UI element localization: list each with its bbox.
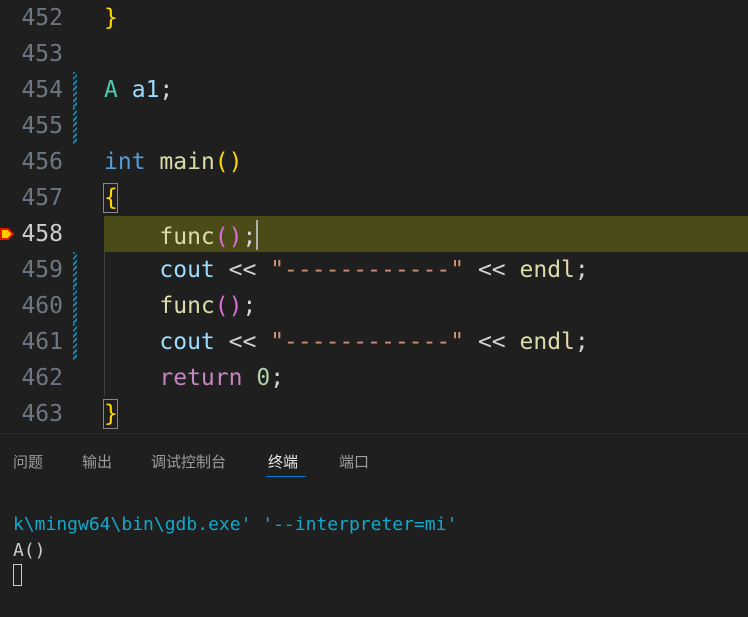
variable-token: cout xyxy=(159,257,215,283)
code-line[interactable]: 458 func(); xyxy=(0,216,748,252)
tab-terminal[interactable]: 终端 xyxy=(268,452,298,472)
vscode-window: 452 } 453 454 A a1; 455 456 int main() 4… xyxy=(0,0,748,617)
terminal-output[interactable]: k\mingw64\bin\gdb.exe' '--interpreter=mi… xyxy=(13,512,457,590)
semicolon-token: ; xyxy=(242,293,257,319)
line-number: 459 xyxy=(21,257,63,283)
paren: ( xyxy=(214,293,229,319)
tab-output[interactable]: 输出 xyxy=(82,452,112,472)
panel-tabs: 问题 输出 调试控制台 终端 端口 xyxy=(0,434,748,484)
code-text: cout << "------------" << endl; xyxy=(104,328,589,356)
function-token: endl xyxy=(519,257,575,283)
code-text: int main() xyxy=(104,148,243,176)
line-number: 453 xyxy=(21,41,63,67)
line-number: 454 xyxy=(21,77,63,103)
bracket-match-box xyxy=(103,399,118,429)
text-cursor xyxy=(256,220,259,250)
string-token: "------------" xyxy=(270,257,465,283)
line-number: 452 xyxy=(21,5,63,31)
operator-token: << xyxy=(228,257,257,283)
code-line[interactable]: 455 xyxy=(0,108,748,144)
code-line[interactable]: 459 cout << "------------" << endl; xyxy=(0,252,748,288)
modified-line-indicator[interactable] xyxy=(73,72,77,108)
paren: ) xyxy=(228,224,243,250)
line-number: 456 xyxy=(21,149,63,175)
terminal-line: A() xyxy=(13,540,46,561)
semicolon-token: ; xyxy=(159,77,174,103)
modified-line-indicator[interactable] xyxy=(73,108,77,144)
line-number: 462 xyxy=(21,365,63,391)
paren: ) xyxy=(228,149,243,175)
code-line[interactable]: 453 xyxy=(0,36,748,72)
function-token: endl xyxy=(519,329,575,355)
number-token: 0 xyxy=(256,365,271,391)
code-line[interactable]: 462 return 0; xyxy=(0,360,748,396)
keyword-token: return xyxy=(159,365,243,391)
line-number: 455 xyxy=(21,113,63,139)
code-line[interactable]: 461 cout << "------------" << endl; xyxy=(0,324,748,360)
code-line[interactable]: 454 A a1; xyxy=(0,72,748,108)
bracket-match-box xyxy=(103,183,118,213)
semicolon-token: ; xyxy=(574,329,589,355)
modified-line-indicator[interactable] xyxy=(73,288,77,324)
tab-debug-console[interactable]: 调试控制台 xyxy=(151,452,226,472)
terminal-cursor xyxy=(13,564,22,586)
type-token: A xyxy=(104,77,118,103)
breakpoint-current-icon[interactable] xyxy=(0,227,14,241)
semicolon-token: ; xyxy=(242,224,257,250)
bottom-panel: 问题 输出 调试控制台 终端 端口 k\mingw64\bin\gdb.exe'… xyxy=(0,433,748,617)
paren: ) xyxy=(228,293,243,319)
operator-token: << xyxy=(477,329,506,355)
line-number: 463 xyxy=(21,401,63,427)
string-token: "------------" xyxy=(270,329,465,355)
keyword-token: int xyxy=(104,149,146,175)
semicolon-token: ; xyxy=(574,257,589,283)
terminal-prompt-line[interactable] xyxy=(13,564,457,590)
operator-token: << xyxy=(477,257,506,283)
modified-line-indicator[interactable] xyxy=(73,252,77,288)
variable-token: a1 xyxy=(131,77,160,103)
code-text: return 0; xyxy=(104,364,284,392)
semicolon-token: ; xyxy=(270,365,285,391)
code-editor[interactable]: 452 } 453 454 A a1; 455 456 int main() 4… xyxy=(0,0,748,433)
code-line[interactable]: 456 int main() xyxy=(0,144,748,180)
function-token: func xyxy=(159,224,215,250)
paren: ( xyxy=(214,149,229,175)
line-number: 461 xyxy=(21,329,63,355)
operator-token: << xyxy=(228,329,257,355)
code-text: A a1; xyxy=(104,76,173,104)
code-text: } xyxy=(104,4,118,32)
variable-token: cout xyxy=(159,329,215,355)
function-token: func xyxy=(159,293,215,319)
code-line[interactable]: 460 func(); xyxy=(0,288,748,324)
line-number: 457 xyxy=(21,185,63,211)
brace: } xyxy=(104,5,118,31)
active-tab-indicator xyxy=(266,476,306,477)
code-text: cout << "------------" << endl; xyxy=(104,256,589,284)
terminal-line: k\mingw64\bin\gdb.exe' '--interpreter=mi… xyxy=(13,514,458,535)
modified-line-indicator[interactable] xyxy=(73,324,77,360)
code-line[interactable]: 452 } xyxy=(0,0,748,36)
paren: ( xyxy=(214,224,229,250)
line-number: 460 xyxy=(21,293,63,319)
tab-ports[interactable]: 端口 xyxy=(339,452,369,472)
tab-problems[interactable]: 问题 xyxy=(13,452,43,472)
code-text: func(); xyxy=(104,292,256,320)
code-text: func(); xyxy=(104,220,259,251)
function-token: main xyxy=(159,149,215,175)
